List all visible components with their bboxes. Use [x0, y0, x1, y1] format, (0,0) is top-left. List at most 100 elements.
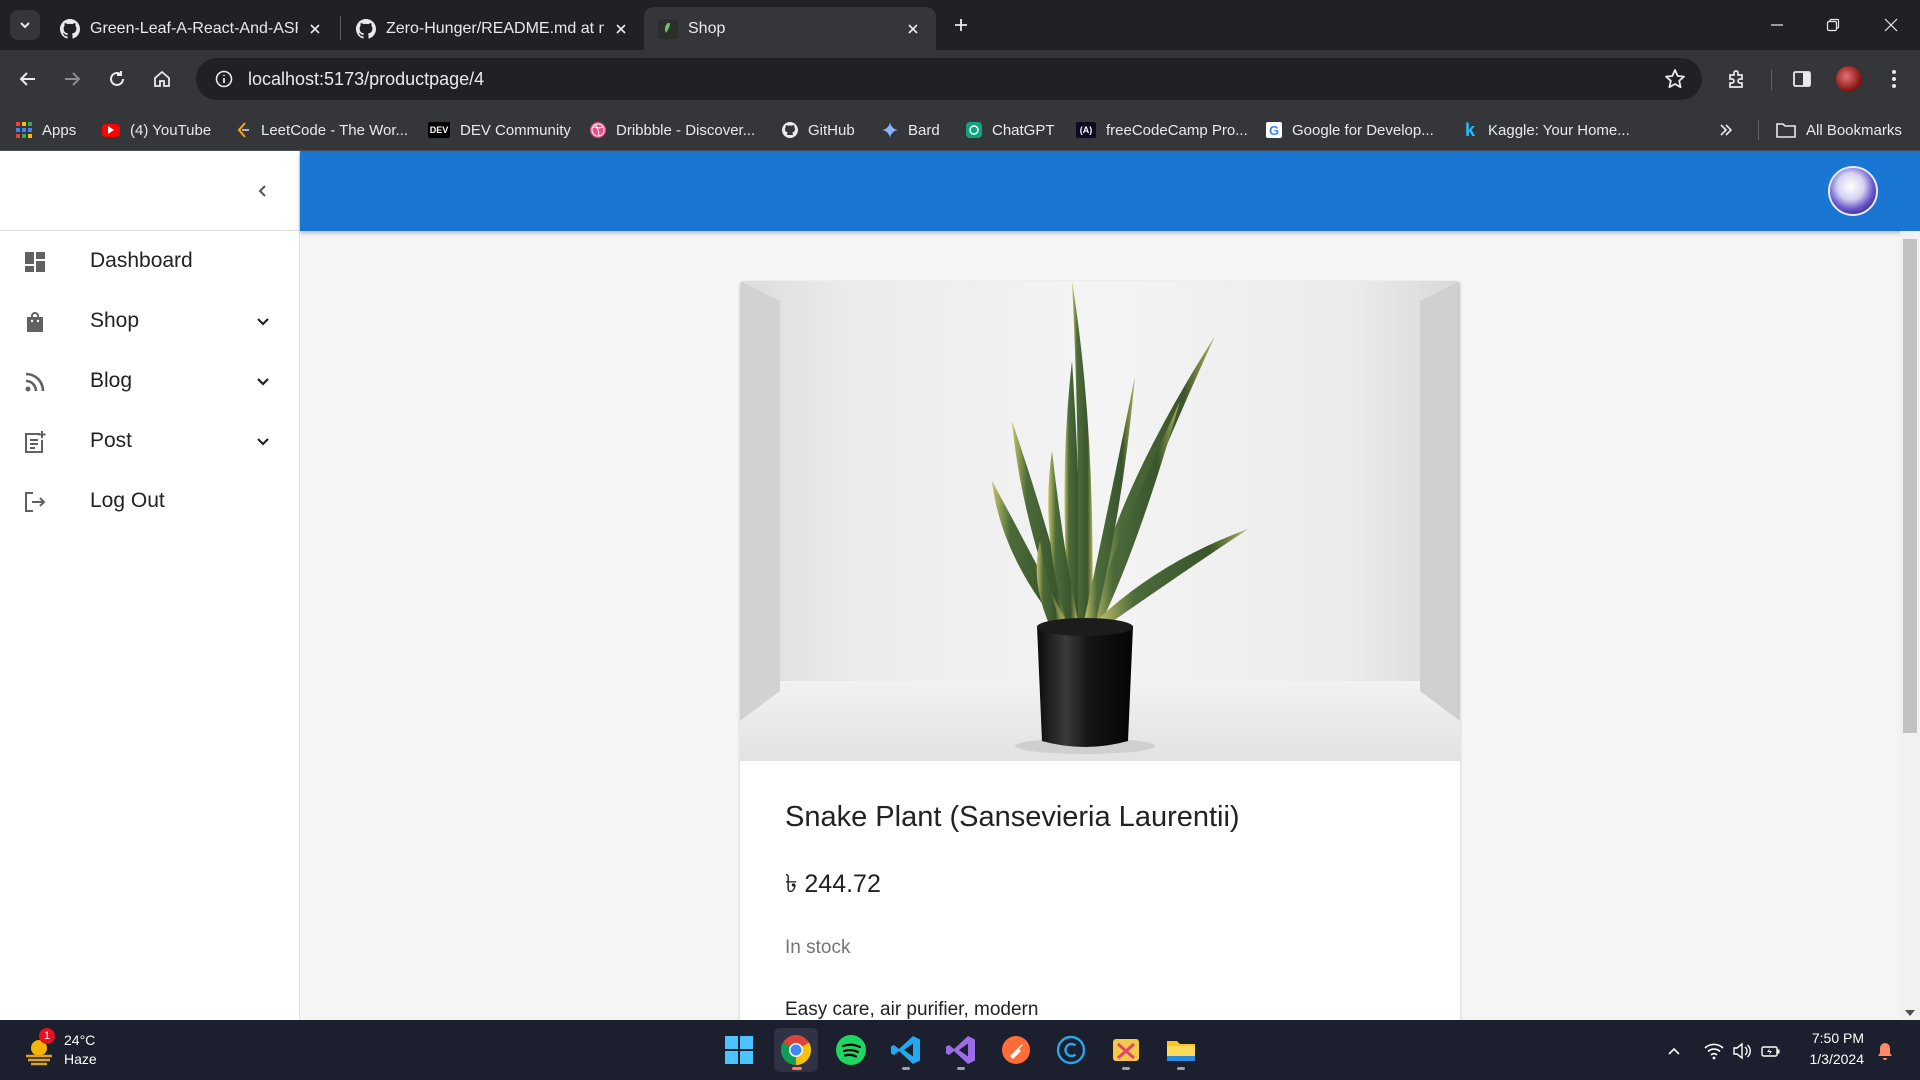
sidebar-item-label: Log Out	[90, 489, 165, 512]
taskbar-visual-studio[interactable]	[939, 1028, 983, 1072]
bookmark-bard[interactable]: Bard	[882, 118, 940, 142]
arrow-left-icon	[19, 72, 35, 86]
windows-logo-icon	[725, 1036, 753, 1064]
home-button[interactable]	[146, 63, 178, 95]
clock-time[interactable]: 7:50 PM	[1804, 1030, 1864, 1046]
rss-icon	[22, 369, 48, 395]
bookmark-dev[interactable]: DEV DEV Community	[428, 118, 571, 142]
forward-button[interactable]	[56, 63, 88, 95]
chevron-down-icon[interactable]	[251, 430, 275, 454]
battery-status[interactable]	[1760, 1040, 1782, 1062]
bookmark-freecodecamp[interactable]: (A) freeCodeCamp Pro...	[1076, 118, 1248, 142]
url-text[interactable]: localhost:5173/productpage/4	[248, 69, 484, 90]
restore-button[interactable]	[1818, 10, 1848, 40]
all-bookmarks-label: All Bookmarks	[1806, 121, 1902, 139]
home-icon	[154, 70, 170, 87]
active-app-indicator	[792, 1067, 802, 1070]
sidebar-item-dashboard[interactable]: Dashboard	[0, 231, 299, 291]
menu-button[interactable]	[1878, 63, 1910, 95]
sidebar-item-logout[interactable]: Log Out	[0, 471, 299, 531]
logout-icon	[22, 489, 48, 515]
show-hidden-icons-button[interactable]	[1663, 1040, 1685, 1062]
taskbar-file-explorer[interactable]	[1159, 1028, 1203, 1072]
sidebar: Dashboard Shop Blog Post Log Out	[0, 151, 300, 1020]
chevron-down-icon[interactable]	[251, 370, 275, 394]
sidebar-item-blog[interactable]: Blog	[0, 351, 299, 411]
taskbar-postman[interactable]	[994, 1028, 1038, 1072]
close-icon[interactable]	[904, 20, 922, 38]
bookmark-chatgpt[interactable]: ChatGPT	[966, 118, 1055, 142]
site-info-icon[interactable]	[204, 70, 244, 88]
bookmark-dribbble[interactable]: Dribbble - Discover...	[590, 118, 755, 142]
sidebar-item-post[interactable]: Post	[0, 411, 299, 471]
bookmark-label: ChatGPT	[992, 121, 1055, 139]
bookmark-leetcode[interactable]: LeetCode - The Wor...	[235, 118, 408, 142]
apps-grid-icon	[16, 122, 32, 138]
dribbble-icon	[590, 122, 606, 138]
clock-date[interactable]: 1/3/2024	[1796, 1051, 1865, 1067]
taskbar-c-app[interactable]	[1049, 1028, 1093, 1072]
product-price: ৳ 244.72	[785, 870, 881, 898]
tab-separator	[340, 16, 341, 40]
close-window-button[interactable]	[1876, 10, 1906, 40]
bookmark-star-icon[interactable]	[1664, 68, 1686, 95]
side-panel-button[interactable]	[1786, 63, 1818, 95]
start-button[interactable]	[717, 1028, 761, 1072]
more-bookmarks-button[interactable]	[1718, 118, 1734, 142]
back-button[interactable]	[12, 63, 44, 95]
tab-title: Green-Leaf-A-React-And-ASP.N	[90, 19, 298, 37]
browser-toolbar: localhost:5173/productpage/4	[0, 50, 1920, 108]
close-icon[interactable]	[306, 20, 324, 38]
chevron-up-icon	[1668, 1047, 1680, 1055]
bookmark-label: LeetCode - The Wor...	[261, 121, 409, 139]
user-avatar[interactable]	[1828, 166, 1878, 216]
sidebar-item-shop[interactable]: Shop	[0, 291, 299, 351]
dev-icon: DEV	[428, 122, 450, 138]
sidebar-item-label: Shop	[90, 309, 140, 332]
scroll-down-arrow-icon[interactable]	[1905, 1010, 1915, 1016]
dashboard-icon	[22, 249, 48, 275]
weather-notification-badge: 1	[39, 1028, 55, 1044]
taskbar-snipping-tool[interactable]	[1104, 1028, 1148, 1072]
new-tab-button[interactable]	[948, 12, 974, 38]
tab-search-button[interactable]	[10, 10, 40, 40]
vscode-icon	[891, 1036, 920, 1064]
address-bar[interactable]: localhost:5173/productpage/4	[196, 58, 1702, 100]
close-icon[interactable]	[612, 20, 630, 38]
bookmark-google-developers[interactable]: G Google for Develop...	[1266, 118, 1434, 142]
bookmark-github[interactable]: GitHub	[782, 118, 855, 142]
wifi-status[interactable]	[1703, 1040, 1725, 1062]
tab-zero-hunger[interactable]: Zero-Hunger/README.md at m	[342, 7, 644, 50]
chevron-down-icon[interactable]	[251, 310, 275, 334]
taskbar-spotify[interactable]	[829, 1028, 873, 1072]
visual-studio-icon	[946, 1036, 975, 1064]
profile-avatar[interactable]	[1836, 66, 1862, 92]
reload-button[interactable]	[101, 63, 133, 95]
bookmarks-bar: Apps (4) YouTube LeetCode - The Wor... D…	[0, 108, 1920, 151]
bookmark-label: Kaggle: Your Home...	[1488, 121, 1630, 139]
extensions-button[interactable]	[1721, 63, 1753, 95]
sidebar-item-label: Dashboard	[90, 249, 193, 272]
tab-shop[interactable]: Shop	[644, 7, 936, 50]
volume-status[interactable]	[1731, 1040, 1753, 1062]
weather-widget[interactable]: 1 24°C Haze	[22, 1028, 112, 1070]
bookmark-kaggle[interactable]: k Kaggle: Your Home...	[1462, 118, 1630, 142]
youtube-icon	[102, 123, 120, 137]
bookmark-apps[interactable]: Apps	[16, 118, 76, 142]
spotify-icon	[836, 1035, 866, 1065]
all-bookmarks-button[interactable]: All Bookmarks	[1776, 118, 1902, 142]
open-app-indicator	[902, 1067, 910, 1070]
bard-sparkle-icon	[882, 122, 898, 138]
minimize-button[interactable]	[1762, 10, 1792, 40]
notifications-button[interactable]	[1874, 1040, 1896, 1062]
bookmark-youtube[interactable]: (4) YouTube	[102, 118, 211, 142]
page-scrollbar[interactable]	[1900, 231, 1920, 1020]
bookmark-label: DEV Community	[460, 121, 571, 139]
google-icon: G	[1266, 122, 1282, 138]
collapse-sidebar-button[interactable]	[249, 177, 277, 205]
tab-green-leaf[interactable]: Green-Leaf-A-React-And-ASP.N	[46, 7, 338, 50]
taskbar-chrome[interactable]	[774, 1028, 818, 1072]
scrollbar-thumb[interactable]	[1903, 239, 1917, 733]
taskbar-vscode[interactable]	[884, 1028, 928, 1072]
chatgpt-icon	[966, 122, 982, 138]
